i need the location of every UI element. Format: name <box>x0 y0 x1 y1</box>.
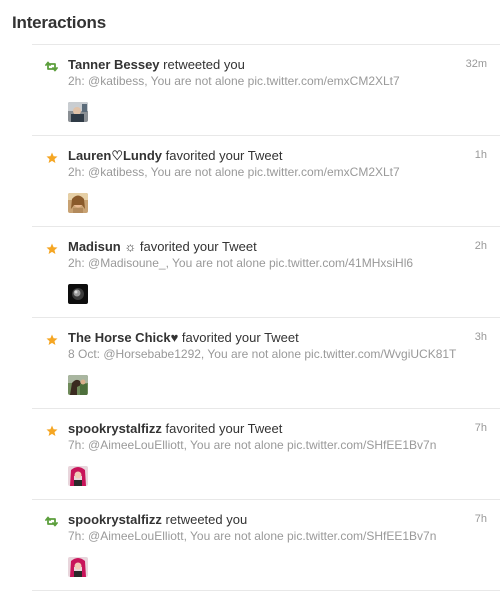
user-name-link[interactable]: Lauren♡Lundy <box>68 148 162 163</box>
interaction-headline: Madisun ☼ favorited your Tweet <box>68 239 257 254</box>
interaction-headline: spookrystalfizz favorited your Tweet <box>68 421 282 436</box>
tweet-snippet: 2h: @Madisoune_, You are not alone pic.t… <box>68 256 414 270</box>
timestamp[interactable]: 7h <box>475 422 487 434</box>
user-name-link[interactable]: Tanner Bessey <box>68 57 160 72</box>
interaction-headline: The Horse Chick♥ favorited your Tweet <box>68 330 299 345</box>
timestamp[interactable]: 32m <box>466 58 487 70</box>
action-text: retweeted you <box>159 57 245 72</box>
avatar[interactable] <box>68 466 88 486</box>
interaction-item[interactable]: spookrystalfizz retweeted you 7h 7h: @Ai… <box>32 500 500 591</box>
timestamp[interactable]: 3h <box>475 331 487 343</box>
interaction-headline: Lauren♡Lundy favorited your Tweet <box>68 148 282 164</box>
star-icon <box>45 424 58 437</box>
action-text: favorited your Tweet <box>178 330 299 345</box>
retweet-icon <box>45 60 58 73</box>
user-name-link[interactable]: The Horse Chick♥ <box>68 330 178 345</box>
avatar[interactable] <box>68 193 88 213</box>
user-name-link[interactable]: spookrystalfizz <box>68 421 162 436</box>
interaction-item[interactable]: Madisun ☼ favorited your Tweet 2h 2h: @M… <box>32 227 500 318</box>
interaction-item[interactable]: Tanner Bessey retweeted you 32m 2h: @kat… <box>32 45 500 136</box>
star-icon <box>45 242 58 255</box>
action-text: favorited your Tweet <box>161 421 283 436</box>
tweet-snippet: 2h: @katibess, You are not alone pic.twi… <box>68 74 400 88</box>
user-name-link[interactable]: Madisun ☼ <box>68 239 136 254</box>
avatar[interactable] <box>68 375 88 395</box>
star-icon <box>45 333 58 346</box>
interaction-headline: Tanner Bessey retweeted you <box>68 57 245 72</box>
avatar[interactable] <box>68 102 88 122</box>
action-text: retweeted you <box>161 512 248 527</box>
interaction-item[interactable]: Lauren♡Lundy favorited your Tweet 1h 2h:… <box>32 136 500 227</box>
timestamp[interactable]: 1h <box>475 149 487 161</box>
page-title: Interactions <box>12 13 106 32</box>
tweet-snippet: 2h: @katibess, You are not alone pic.twi… <box>68 165 400 179</box>
action-text: favorited your Tweet <box>162 148 283 163</box>
tweet-snippet: 8 Oct: @Horsebabe1292, You are not alone… <box>68 347 457 361</box>
action-text: favorited your Tweet <box>136 239 257 254</box>
avatar[interactable] <box>68 284 88 304</box>
user-name-link[interactable]: spookrystalfizz <box>68 512 162 527</box>
timestamp[interactable]: 2h <box>475 240 487 252</box>
interaction-item[interactable]: The Horse Chick♥ favorited your Tweet 3h… <box>32 318 500 409</box>
interaction-headline: spookrystalfizz retweeted you <box>68 512 247 527</box>
interactions-stream: Tanner Bessey retweeted you 32m 2h: @kat… <box>32 44 500 591</box>
retweet-icon <box>45 515 58 528</box>
avatar[interactable] <box>68 557 88 577</box>
star-icon <box>45 151 58 164</box>
tweet-snippet: 7h: @AimeeLouElliott, You are not alone … <box>68 438 437 452</box>
timestamp[interactable]: 7h <box>475 513 487 525</box>
tweet-snippet: 7h: @AimeeLouElliott, You are not alone … <box>68 529 437 543</box>
interaction-item[interactable]: spookrystalfizz favorited your Tweet 7h … <box>32 409 500 500</box>
